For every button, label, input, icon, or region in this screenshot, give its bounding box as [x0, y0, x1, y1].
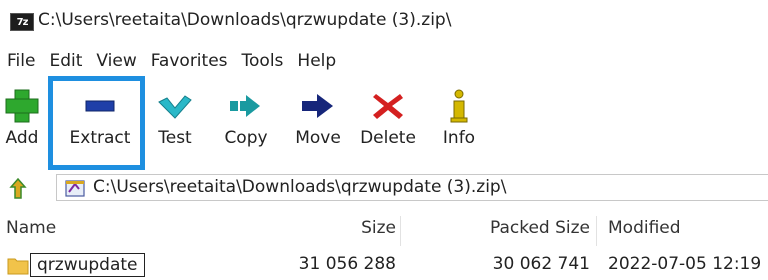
column-size[interactable]: Size	[361, 218, 396, 238]
address-field[interactable]: C:\Users\reetaita\Downloads\qrzwupdate (…	[56, 174, 768, 201]
window-title: C:\Users\reetaita\Downloads\qrzwupdate (…	[38, 10, 452, 30]
move-label: Move	[295, 128, 341, 148]
address-path: C:\Users\reetaita\Downloads\qrzwupdate (…	[93, 177, 507, 197]
menu-help[interactable]: Help	[290, 51, 343, 71]
column-divider[interactable]	[400, 216, 401, 246]
info-label: Info	[442, 128, 476, 148]
menu-bar: File Edit View Favorites Tools Help	[0, 46, 768, 76]
check-icon	[155, 88, 195, 124]
menu-tools[interactable]: Tools	[235, 51, 291, 71]
cell-packed-size: 30 062 741	[492, 254, 590, 274]
info-button[interactable]: Info	[436, 82, 482, 160]
column-packed-size[interactable]: Packed Size	[490, 218, 590, 238]
arrow-right-icon	[298, 88, 338, 124]
add-label: Add	[5, 128, 39, 148]
menu-view[interactable]: View	[89, 51, 143, 71]
plus-icon	[2, 88, 42, 124]
x-icon	[368, 88, 408, 124]
up-folder-icon[interactable]	[8, 177, 28, 199]
menu-edit[interactable]: Edit	[42, 51, 89, 71]
test-button[interactable]: Test	[150, 82, 200, 160]
menu-favorites[interactable]: Favorites	[144, 51, 235, 71]
add-button[interactable]: Add	[0, 82, 44, 160]
double-arrow-icon	[226, 88, 266, 124]
move-button[interactable]: Move	[286, 82, 350, 160]
info-icon	[439, 88, 479, 124]
menu-file[interactable]: File	[0, 51, 42, 71]
rename-input[interactable]: qrzwupdate	[30, 253, 145, 277]
copy-button[interactable]: Copy	[216, 82, 276, 160]
column-divider[interactable]	[596, 216, 597, 246]
column-modified[interactable]: Modified	[608, 218, 681, 238]
extract-highlight-box	[48, 76, 145, 170]
folder-icon	[7, 255, 29, 275]
title-bar: 7z C:\Users\reetaita\Downloads\qrzwupdat…	[0, 0, 768, 40]
cell-size: 31 056 288	[298, 254, 396, 274]
column-header: Name Size Packed Size Modified	[0, 216, 768, 246]
table-row[interactable]: qrzwupdate 31 056 288 30 062 741 2022-07…	[0, 252, 768, 279]
zip-archive-icon	[65, 178, 85, 198]
test-label: Test	[158, 128, 192, 148]
delete-label: Delete	[360, 128, 416, 148]
cell-modified: 2022-07-05 12:19	[608, 254, 762, 274]
column-name[interactable]: Name	[6, 218, 56, 238]
address-bar: C:\Users\reetaita\Downloads\qrzwupdate (…	[0, 172, 768, 204]
copy-label: Copy	[224, 128, 268, 148]
7zip-app-icon: 7z	[10, 13, 34, 31]
delete-button[interactable]: Delete	[355, 82, 421, 160]
